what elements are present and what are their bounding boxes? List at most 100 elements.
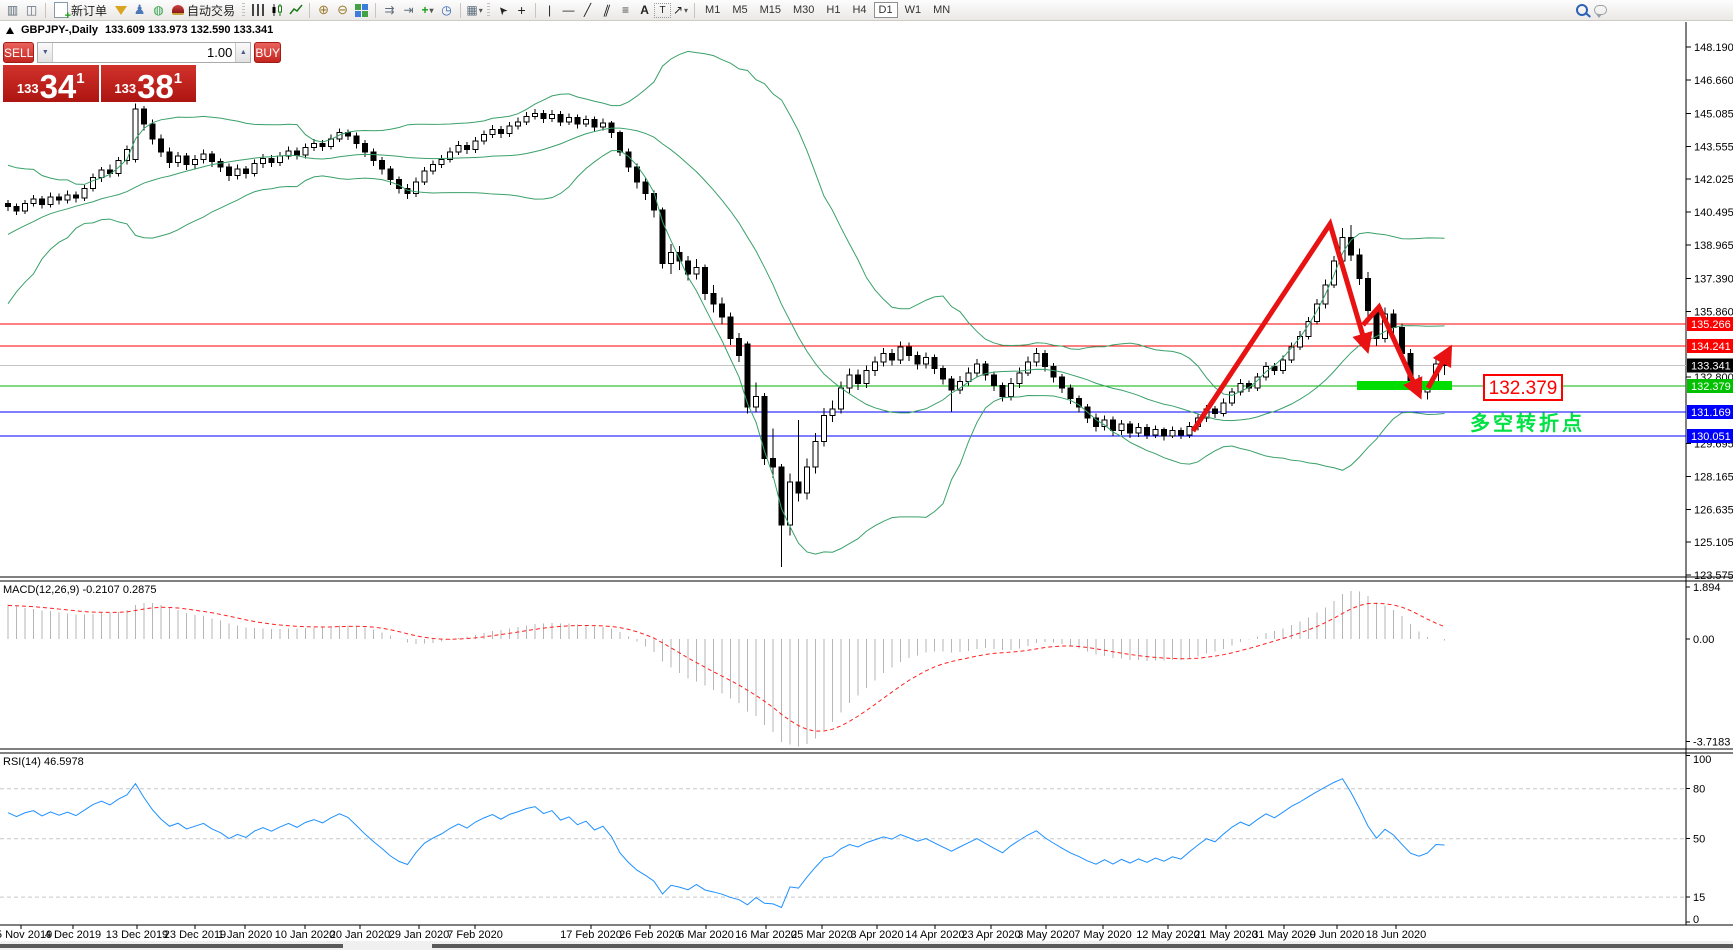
volume-down-button[interactable]: ▼ [38,43,53,62]
trend-arrow-1[interactable] [1193,224,1366,431]
price-axis-tick: 123.575 [1694,570,1733,582]
chart-quote-header: GBPJPY-,Daily 133.609 133.973 132.590 13… [6,24,273,36]
volume-up-button[interactable]: ▲ [235,43,250,62]
timeframe-m5[interactable]: M5 [727,2,752,18]
channel-tool-icon[interactable]: ∥ [597,1,616,19]
toolbar-separator [460,3,461,18]
price-axis-tick: 142.025 [1694,174,1733,186]
price-axis-tick: 148.190 [1694,42,1733,54]
h-scrollbar-bar[interactable] [432,944,1733,948]
volume-input[interactable] [53,43,235,62]
chart-preview-icon[interactable]: ◫ [22,1,41,19]
rsi-axis-tick: 50 [1693,834,1705,846]
price-axis-tick: 140.495 [1694,207,1733,219]
toolbar-separator [45,3,46,18]
price-callout-text: 132.379 [1489,378,1558,399]
price-badge-130.051: 130.051 [1691,431,1731,443]
buy-price-big: 38 [137,74,174,100]
h-scrollbar-bar[interactable] [0,944,343,948]
expert-advisor-icon[interactable]: ♟ [130,1,149,19]
timeframe-mn[interactable]: MN [928,2,955,18]
date-label: 25 Mar 2020 [791,929,853,941]
chart-shift-icon[interactable]: ⇥ [399,1,418,19]
horizontal-line-tool-icon[interactable]: — [559,1,578,19]
zoom-in-icon[interactable]: ⊕ [314,1,333,19]
signal-icon[interactable]: ◍ [149,1,168,19]
templates-button[interactable]: ▦▾ [465,1,484,19]
text-label-tool-icon[interactable]: T [654,3,671,18]
price-axis-tick: 135.860 [1694,306,1733,318]
buy-price-prefix: 133 [114,81,136,96]
sell-button[interactable]: SELL [3,42,34,63]
search-icon[interactable] [1572,1,1591,19]
macd-label: MACD(12,26,9) -0.2107 0.2875 [3,584,156,596]
toolbar-separator [535,3,536,18]
price-badge-132.379: 132.379 [1691,381,1731,393]
auto-scroll-icon[interactable]: ⇉ [380,1,399,19]
timeframe-m1[interactable]: M1 [700,2,725,18]
dropdown-caret: ▾ [684,6,688,15]
toolbar-separator [309,3,310,18]
new-order-label: 新订单 [71,2,107,19]
crosshair-tool-icon[interactable]: + [512,1,531,19]
tile-windows-icon[interactable] [352,1,371,19]
date-label: 18 Jun 2020 [1366,929,1427,941]
indicators-button[interactable]: +▾ [418,1,437,19]
date-label: 14 Apr 2020 [905,929,964,941]
new-order-button[interactable]: + 新订单 [50,1,111,19]
sell-price-pip: 1 [76,70,84,87]
chart-canvas[interactable]: MACD(12,26,9) -0.2107 0.28751.8940.00-3.… [0,0,1733,950]
sell-price-box[interactable]: 133 34 1 [3,65,99,102]
symbol-period-label: GBPJPY-,Daily [21,24,98,36]
candlestick-chart-type-icon[interactable] [267,1,286,19]
periods-clock-icon[interactable]: ◷ [437,1,456,19]
funnel-icon[interactable] [111,1,130,19]
date-label: 21 May 2020 [1194,929,1258,941]
date-label: 10 Jan 2020 [275,929,336,941]
sell-price-big: 34 [40,74,77,100]
rsi-axis-tick: 100 [1693,754,1711,766]
date-label: 7 Feb 2020 [447,929,503,941]
fibonacci-tool-icon[interactable]: ≡ [616,1,635,19]
buy-price-box[interactable]: 133 38 1 [101,65,197,102]
price-axis-tick: 128.165 [1694,471,1733,483]
bar-chart-type-icon[interactable] [248,1,267,19]
text-tool-icon[interactable]: A [635,1,654,19]
bollinger-upper [8,51,1445,395]
date-label: 1 Jan 2020 [218,929,272,941]
price-axis-tick: 143.555 [1694,141,1733,153]
date-label: 12 May 2020 [1136,929,1200,941]
one-click-trading-panel: SELL ▼ ▲ BUY 133 34 1 133 38 1 [3,42,196,102]
zoom-out-icon[interactable]: ⊖ [333,1,352,19]
timeframe-h1[interactable]: H1 [821,2,845,18]
price-badge-131.169: 131.169 [1691,407,1731,419]
vertical-line-tool-icon[interactable]: | [540,1,559,19]
arrows-tool-icon[interactable]: ↗▾ [671,1,690,19]
date-label: 31 May 2020 [1252,929,1316,941]
date-label: 7 May 2020 [1074,929,1131,941]
chat-icon[interactable] [1591,1,1610,19]
timeframe-h4[interactable]: H4 [847,2,871,18]
date-label: 20 Jan 2020 [330,929,391,941]
date-label: 3 Apr 2020 [850,929,903,941]
trendline-tool-icon[interactable]: ╱ [578,1,597,19]
new-chart-icon[interactable]: ▥ [3,1,22,19]
symbol-marker-icon [6,27,14,34]
buy-price-pip: 1 [174,70,182,87]
autotrade-icon [172,5,184,15]
date-axis: 25 Nov 20194 Dec 201913 Dec 201923 Dec 2… [0,925,1426,941]
autotrade-button[interactable]: 自动交易 [168,1,239,19]
support-zone-bar [1357,381,1452,390]
timeframe-w1[interactable]: W1 [900,2,927,18]
toolbar-handle [487,3,490,17]
line-chart-type-icon[interactable] [286,1,305,19]
price-badges: 135.266134.241133.341132.379131.169130.0… [1687,317,1733,443]
buy-button[interactable]: BUY [254,42,281,63]
cursor-tool-icon[interactable]: ➤ [493,1,512,19]
date-label: 13 Dec 2019 [106,929,168,941]
date-label: 16 Mar 2020 [735,929,797,941]
timeframe-m30[interactable]: M30 [788,2,819,18]
timeframe-d1[interactable]: D1 [874,2,898,18]
timeframe-m15[interactable]: M15 [755,2,786,18]
new-order-icon: + [54,2,68,18]
